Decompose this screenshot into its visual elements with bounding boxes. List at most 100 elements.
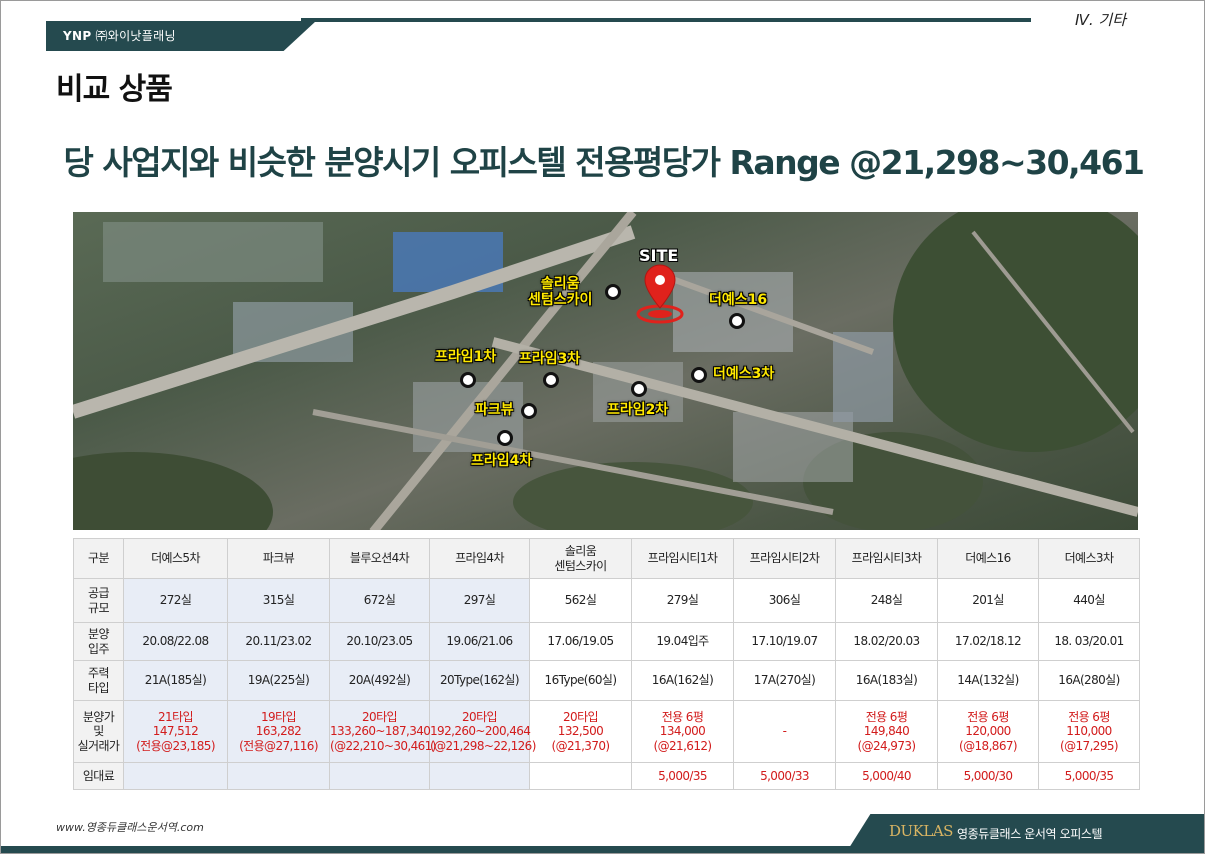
- table-cell: 5,000/35: [1038, 762, 1140, 790]
- table-cell: [123, 762, 228, 790]
- table-cell: 17A(270실): [733, 660, 836, 701]
- table-cell: [227, 762, 330, 790]
- marker-prime2: [631, 381, 647, 397]
- label-prime4: 프라임4차: [471, 453, 533, 469]
- table-cell: 21타입 147,512 (전용@23,185): [123, 700, 228, 763]
- headline: 당 사업지와 비슷한 분양시기 오피스텔 전용평당가 Range @21,298…: [63, 143, 1146, 182]
- table-cell: 19A(225실): [227, 660, 330, 701]
- table-cell: 20.08/22.08: [123, 622, 228, 661]
- label-prime2: 프라임2차: [607, 402, 669, 418]
- company-name: ㈜와이낫플래닝: [95, 29, 176, 43]
- label-parkview: 파크뷰: [475, 402, 514, 418]
- table-cell: 18.02/20.03: [835, 622, 938, 661]
- col-primecity1: 프라임시티1차: [631, 538, 734, 579]
- label-prime3: 프라임3차: [519, 351, 581, 367]
- table-cell: 297실: [429, 578, 530, 623]
- col-sollium: 솔리움 센텀스카이: [529, 538, 632, 579]
- table-cell: 19타입 163,282 (전용@27,116): [227, 700, 330, 763]
- marker-theyes3: [691, 367, 707, 383]
- marker-parkview: [521, 403, 537, 419]
- label-sollium: 솔리움 센텀스카이: [528, 276, 593, 309]
- table-cell: 279실: [631, 578, 734, 623]
- col-blueocean4: 블루오션4차: [329, 538, 430, 579]
- table-cell: 201실: [937, 578, 1039, 623]
- label-theyes16: 더예스16: [709, 292, 768, 308]
- table-cell: 전용 6평 149,840 (@24,973): [835, 700, 938, 763]
- page: YNP ㈜와이낫플래닝 Ⅳ. 기타 비교 상품 당 사업지와 비슷한 분양시기 오…: [0, 0, 1205, 854]
- brand-logo: DUKLAS: [889, 822, 953, 840]
- aerial-map: SITE 솔리움 센텀스카이 더예스16 프라임1차 프라임3차 더예스3차 프…: [73, 212, 1138, 530]
- label-prime1: 프라임1차: [435, 349, 497, 365]
- table-cell: 17.10/19.07: [733, 622, 836, 661]
- type-row: 주력 타입 21A(185실) 19A(225실) 20A(492실) 20Ty…: [73, 660, 1140, 701]
- marker-theyes16: [729, 313, 745, 329]
- rowhead-price: 분양가 및 실거래가: [73, 700, 124, 763]
- table-cell: 16A(162실): [631, 660, 734, 701]
- table-cell: 440실: [1038, 578, 1140, 623]
- table-cell: 16A(183실): [835, 660, 938, 701]
- table-cell: 248실: [835, 578, 938, 623]
- rowhead-schedule: 분양 입주: [73, 622, 124, 661]
- col-primecity3: 프라임시티3차: [835, 538, 938, 579]
- comparison-table: 구분 더예스5차 파크뷰 블루오션4차 프라임4차 솔리움 센텀스카이 프라임시…: [73, 538, 1140, 790]
- header-row: 구분 더예스5차 파크뷰 블루오션4차 프라임4차 솔리움 센텀스카이 프라임시…: [73, 538, 1140, 579]
- brand-text: 영종듀클래스 운서역 오피스텔: [957, 827, 1103, 841]
- table-cell: 전용 6평 134,000 (@21,612): [631, 700, 734, 763]
- company-logo: YNP ㈜와이낫플래닝: [63, 27, 176, 44]
- rowhead-category: 구분: [73, 538, 124, 579]
- price-row: 분양가 및 실거래가 21타입 147,512 (전용@23,185) 19타입…: [73, 700, 1140, 763]
- marker-prime3: [543, 372, 559, 388]
- table-cell: 19.04입주: [631, 622, 734, 661]
- table-cell: 5,000/35: [631, 762, 734, 790]
- col-parkview: 파크뷰: [227, 538, 330, 579]
- table-cell: 20A(492실): [329, 660, 430, 701]
- table-cell: 20Type(162실): [429, 660, 530, 701]
- table-cell: 20.10/23.05: [329, 622, 430, 661]
- table-cell: 17.02/18.12: [937, 622, 1039, 661]
- page-title: 비교 상품: [56, 72, 173, 107]
- table-cell: 20타입 192,260~200,464 (@21,298~22,126): [429, 700, 536, 763]
- marker-prime4: [497, 430, 513, 446]
- table-cell: -: [733, 700, 836, 763]
- section-label: Ⅳ. 기타: [1075, 11, 1126, 29]
- table-cell: 315실: [227, 578, 330, 623]
- table-cell: 19.06/21.06: [429, 622, 530, 661]
- rowhead-type: 주력 타입: [73, 660, 124, 701]
- col-theyes3: 더예스3차: [1038, 538, 1140, 579]
- table-cell: 14A(132실): [937, 660, 1039, 701]
- header-line: [301, 18, 1031, 22]
- table-cell: 20.11/23.02: [227, 622, 330, 661]
- site-label: SITE: [639, 246, 679, 265]
- rowhead-supply: 공급 규모: [73, 578, 124, 623]
- table-cell: 20타입 132,500 (@21,370): [529, 700, 632, 763]
- supply-row: 공급 규모 272실 315실 672실 297실 562실 279실 306실…: [73, 578, 1140, 623]
- table-cell: 21A(185실): [123, 660, 228, 701]
- col-theyes5: 더예스5차: [123, 538, 228, 579]
- table-cell: 5,000/30: [937, 762, 1039, 790]
- col-primecity2: 프라임시티2차: [733, 538, 836, 579]
- footer-url[interactable]: www.영종듀클래스운서역.com: [56, 819, 204, 835]
- col-prime4: 프라임4차: [429, 538, 530, 579]
- table-cell: 18. 03/20.01: [1038, 622, 1140, 661]
- logo-mark: YNP: [63, 29, 92, 43]
- table-cell: 5,000/33: [733, 762, 836, 790]
- table-cell: 16Type(60실): [529, 660, 632, 701]
- rent-row: 임대료 5,000/35 5,000/33 5,000/40 5,000/30 …: [73, 762, 1140, 790]
- table-cell: 20타입 133,260~187,340 (@22,210~30,461): [329, 700, 436, 763]
- table-cell: [329, 762, 430, 790]
- table-cell: 562실: [529, 578, 632, 623]
- table-cell: 672실: [329, 578, 430, 623]
- marker-prime1: [460, 372, 476, 388]
- table-cell: 17.06/19.05: [529, 622, 632, 661]
- table-cell: 전용 6평 120,000 (@18,867): [937, 700, 1039, 763]
- table-cell: [529, 762, 632, 790]
- table-cell: [429, 762, 530, 790]
- map-background: [73, 212, 1138, 530]
- table-cell: 5,000/40: [835, 762, 938, 790]
- col-theyes16: 더예스16: [937, 538, 1039, 579]
- label-theyes3: 더예스3차: [713, 366, 775, 382]
- table-cell: 전용 6평 110,000 (@17,295): [1038, 700, 1140, 763]
- marker-sollium: [605, 284, 621, 300]
- table-cell: 16A(280실): [1038, 660, 1140, 701]
- rowhead-rent: 임대료: [73, 762, 124, 790]
